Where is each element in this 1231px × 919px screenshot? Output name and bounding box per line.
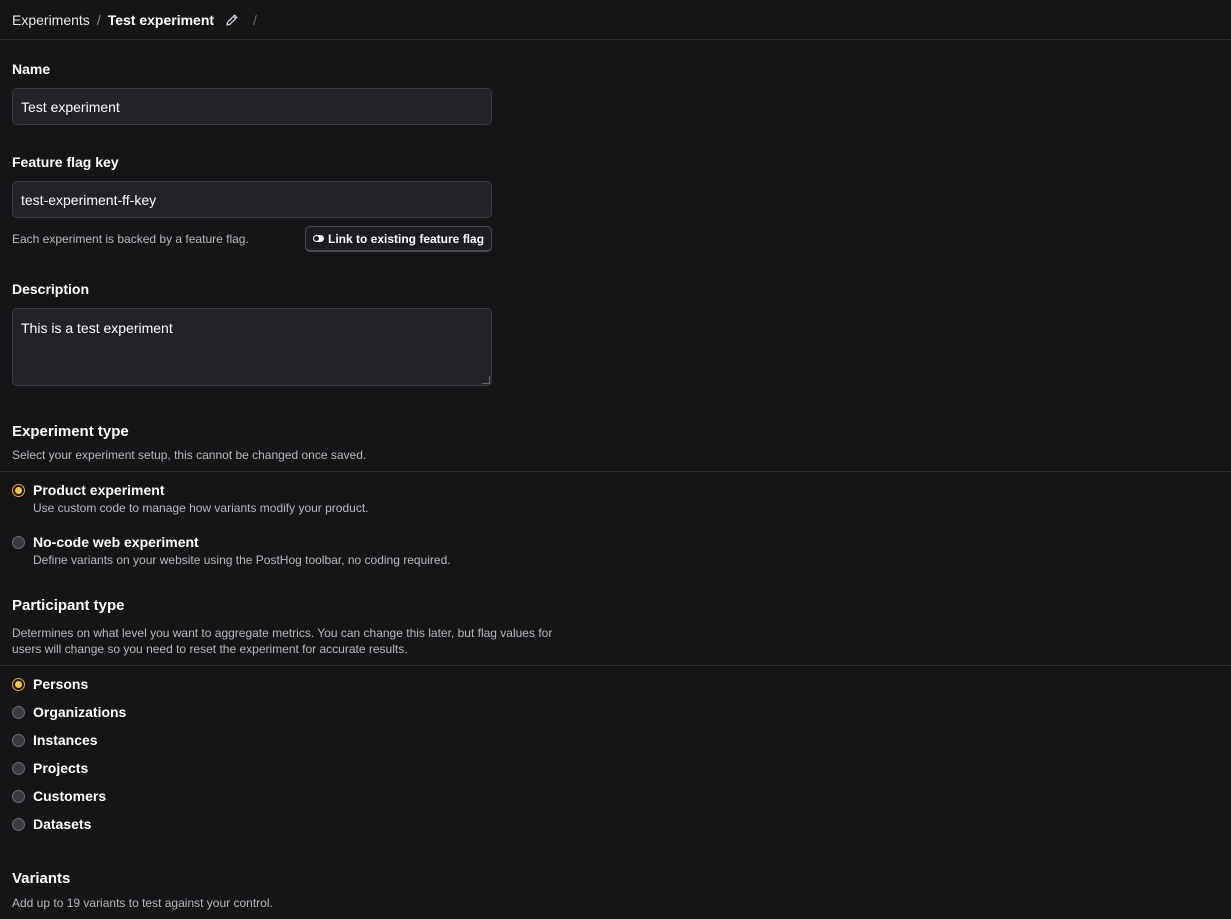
radio-instances[interactable]: Instances (12, 732, 98, 749)
radio-text: Instances (33, 732, 98, 749)
experiment-type-title: Experiment type (12, 423, 129, 440)
name-input[interactable] (12, 88, 492, 125)
feature-flag-helper-text: Each experiment is backed by a feature f… (12, 232, 249, 246)
name-label: Name (12, 61, 51, 77)
radio-button[interactable] (12, 818, 25, 831)
breadcrumb-current: Test experiment (107, 11, 215, 28)
radio-text: No-code web experiment Define variants o… (33, 534, 451, 568)
description-label: Description (12, 281, 90, 297)
radio-text: Product experiment Use custom code to ma… (33, 482, 369, 516)
breadcrumb-separator: / (96, 11, 101, 28)
participant-type-description-line2: users will change so you need to reset t… (12, 642, 408, 656)
feature-flag-key-input[interactable] (12, 181, 492, 218)
radio-button-selected[interactable] (12, 484, 25, 497)
breadcrumb-experiments-link[interactable]: Experiments (12, 12, 90, 28)
variants-description: Add up to 19 variants to test against yo… (12, 896, 273, 910)
experiment-type-description: Select your experiment setup, this canno… (12, 448, 367, 462)
radio-button[interactable] (12, 734, 25, 747)
radio-button[interactable] (12, 762, 25, 775)
radio-button[interactable] (12, 706, 25, 719)
link-existing-feature-flag-button[interactable]: Link to existing feature flag (305, 226, 492, 252)
divider (0, 665, 1231, 666)
radio-label: Persons (33, 676, 89, 692)
radio-text: Datasets (33, 816, 91, 833)
radio-persons[interactable]: Persons (12, 676, 88, 693)
radio-text: Projects (33, 760, 88, 777)
radio-projects[interactable]: Projects (12, 760, 88, 777)
radio-product-experiment[interactable]: Product experiment Use custom code to ma… (12, 482, 369, 516)
radio-label: No-code web experiment (33, 534, 199, 550)
description-field-wrapper: This is a test experiment (12, 308, 492, 386)
radio-customers[interactable]: Customers (12, 788, 106, 805)
radio-label: Projects (33, 760, 89, 776)
radio-label: Customers (33, 788, 107, 804)
description-textarea[interactable]: This is a test experiment (12, 308, 492, 386)
radio-button[interactable] (12, 790, 25, 803)
radio-label: Product experiment (33, 482, 165, 498)
radio-text: Persons (33, 676, 88, 693)
radio-datasets[interactable]: Datasets (12, 816, 91, 833)
toggle-icon (313, 235, 324, 242)
breadcrumb: Experiments / Test experiment / (0, 0, 1231, 40)
radio-label: Instances (33, 732, 98, 748)
radio-button[interactable] (12, 536, 25, 549)
pencil-icon[interactable] (225, 13, 239, 27)
feature-flag-key-label: Feature flag key (12, 154, 119, 170)
radio-no-code-web-experiment[interactable]: No-code web experiment Define variants o… (12, 534, 451, 568)
variants-title: Variants (12, 870, 71, 887)
breadcrumb-separator-trailing: / (253, 11, 257, 28)
radio-button-selected[interactable] (12, 678, 25, 691)
link-existing-feature-flag-label: Link to existing feature flag (328, 231, 485, 246)
resize-handle-icon[interactable] (482, 376, 490, 384)
divider (0, 471, 1231, 472)
radio-organizations[interactable]: Organizations (12, 704, 126, 721)
radio-text: Organizations (33, 704, 126, 721)
radio-description: Use custom code to manage how variants m… (33, 501, 369, 515)
participant-type-title: Participant type (12, 597, 125, 614)
participant-type-description-line1: Determines on what level you want to agg… (12, 626, 553, 640)
radio-text: Customers (33, 788, 106, 805)
radio-label: Organizations (33, 704, 127, 720)
radio-description: Define variants on your website using th… (33, 553, 451, 567)
radio-label: Datasets (33, 816, 92, 832)
